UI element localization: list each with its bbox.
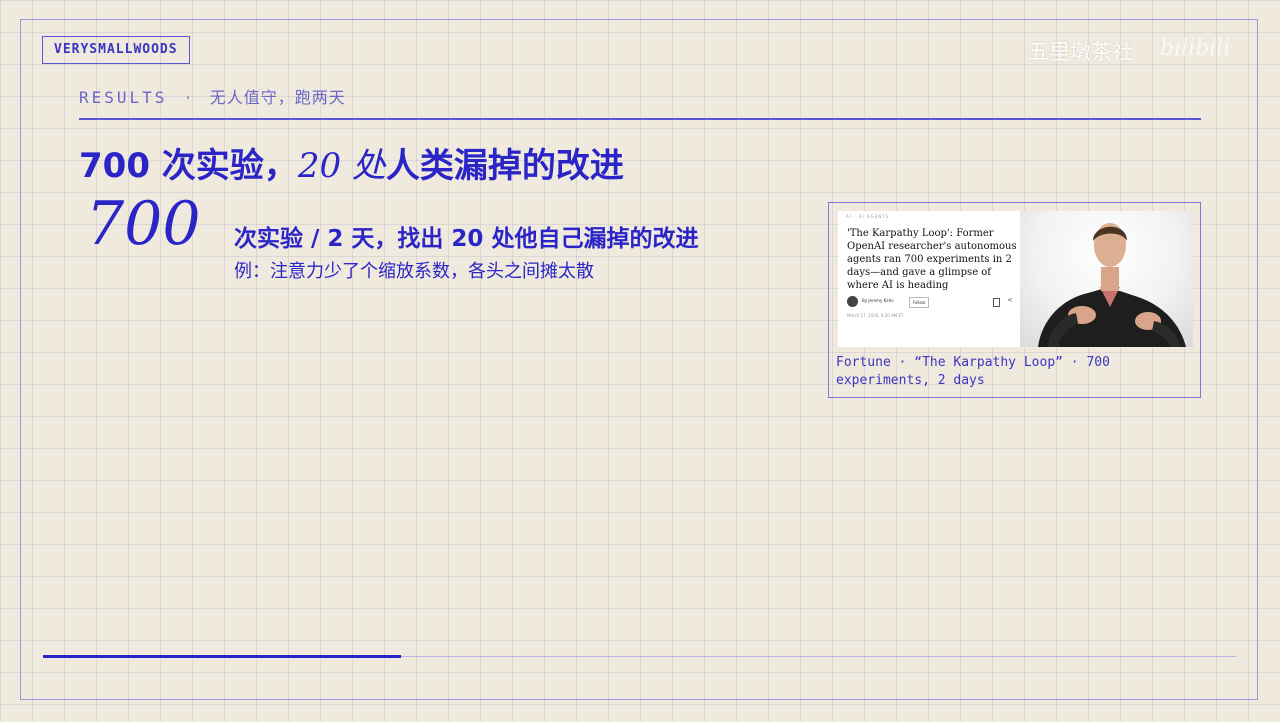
page-title: 700 次实验，20 处人类漏掉的改进 xyxy=(79,138,624,187)
section-subtitle: 无人值守，跑两天 xyxy=(209,88,346,107)
article-kicker: AI · AI AGENTS xyxy=(846,214,890,219)
follow-button: Follow xyxy=(909,297,929,308)
speaker-photo xyxy=(1020,211,1193,347)
bookmark-icon xyxy=(993,298,1000,307)
stat-big-number: 700 xyxy=(86,189,201,259)
article-byline: By Jeremy Kahn Follow < xyxy=(847,296,1017,310)
stat-description: 次实验 / 2 天，找出 20 处他自己漏掉的改进 xyxy=(234,226,699,252)
brand-label: VERYSMALLWOODS xyxy=(42,36,190,64)
stat-example: 例：注意力少了个缩放系数，各头之间摊太散 xyxy=(234,261,594,282)
bilibili-logo-icon: bilibili xyxy=(1160,34,1256,64)
speaker-illustration xyxy=(1038,223,1186,347)
article-date: March 17, 2026, 6:20 AM ET xyxy=(847,313,904,318)
channel-watermark: 五里墩茶社 xyxy=(1028,40,1133,64)
header-divider xyxy=(79,118,1201,120)
article-title: 'The Karpathy Loop': Former OpenAI resea… xyxy=(847,228,1017,291)
share-icon: < xyxy=(1007,296,1013,304)
article-caption: Fortune · “The Karpathy Loop” · 700 expe… xyxy=(836,355,1110,388)
article-text-block: AI · AI AGENTS 'The Karpathy Loop': Form… xyxy=(838,211,1018,347)
title-part-3: 人类漏掉的改进 xyxy=(385,146,624,186)
article-screenshot: AI · AI AGENTS 'The Karpathy Loop': Form… xyxy=(838,211,1193,347)
article-author: By Jeremy Kahn xyxy=(862,298,894,303)
section-kicker: RESULTS · 无人值守，跑两天 xyxy=(79,84,346,108)
bilibili-logo-text: bilibili xyxy=(1160,36,1231,61)
title-part-2: 20 处 xyxy=(297,146,386,186)
progress-fill xyxy=(43,655,401,658)
title-part-1: 700 次实验， xyxy=(79,146,298,186)
section-label: RESULTS xyxy=(79,88,168,107)
section-separator: · xyxy=(185,88,192,107)
author-avatar xyxy=(847,296,858,307)
